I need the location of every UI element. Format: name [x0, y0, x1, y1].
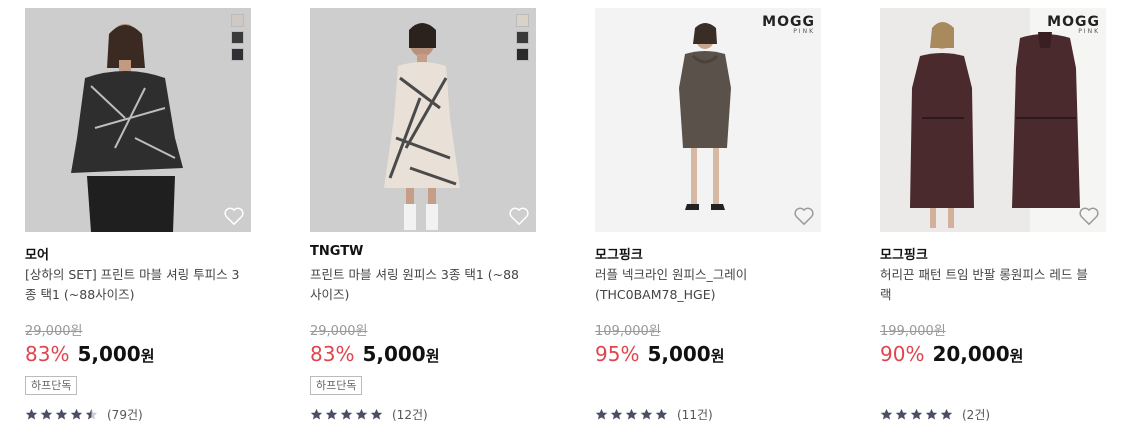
brand-name[interactable]: 모그핑크: [880, 244, 928, 263]
star-rating: [595, 408, 668, 421]
product-name[interactable]: 허리끈 패턴 트임 반팔 롱원피스 레드 블랙: [880, 265, 1095, 305]
discount-rate: 95%: [595, 342, 640, 366]
star-icon: [925, 408, 938, 420]
star-icon: [55, 408, 68, 420]
price-row: 95% 5,000원: [595, 342, 725, 366]
star-icon: [25, 408, 38, 420]
star-icon: [895, 408, 908, 420]
product-name[interactable]: 러플 넥크라인 원피스_그레이 (THC0BAM78_HGE): [595, 265, 810, 305]
original-price: 199,000원: [880, 324, 946, 339]
price-row: 83% 5,000원: [310, 342, 440, 366]
star-icon: [940, 408, 953, 420]
product-name[interactable]: 프린트 마블 셔링 원피스 3종 택1 (~88사이즈): [310, 265, 525, 305]
star-icon: [655, 408, 668, 420]
brand-logo: MOGG PINK: [762, 14, 815, 35]
color-swatch[interactable]: [231, 14, 244, 27]
color-swatches: [231, 14, 245, 65]
brand-logo: MOGG PINK: [1047, 14, 1100, 35]
review-count[interactable]: (79건): [107, 406, 143, 423]
color-swatch[interactable]: [516, 14, 529, 27]
star-icon: [595, 408, 608, 420]
rating: (2건): [880, 406, 990, 423]
star-icon: [610, 408, 623, 420]
discount-rate: 83%: [25, 342, 70, 366]
star-rating: [25, 408, 98, 421]
color-swatch[interactable]: [231, 48, 244, 61]
sale-price: 20,000: [932, 342, 1010, 366]
star-icon: [880, 408, 893, 420]
discount-rate: 90%: [880, 342, 925, 366]
heart-icon[interactable]: [1078, 206, 1100, 226]
price-row: 90% 20,000원: [880, 342, 1023, 366]
star-icon: [355, 408, 368, 420]
product-image[interactable]: MOGG PINK: [880, 8, 1106, 232]
product-card[interactable]: MOGG PINK 모그핑크 허리끈 패턴 트임 반팔 롱원피스 레드 블랙 1…: [880, 0, 1106, 445]
review-count[interactable]: (11건): [677, 406, 713, 423]
product-name[interactable]: [상하의 SET] 프린트 마블 셔링 투피스 3종 택1 (~88사이즈): [25, 265, 240, 305]
brand-name[interactable]: 모어: [25, 244, 49, 263]
currency-unit: 원: [710, 347, 725, 365]
product-image[interactable]: [25, 8, 251, 232]
currency-unit: 원: [140, 347, 155, 365]
rating: (79건): [25, 406, 143, 423]
brand-name[interactable]: 모그핑크: [595, 244, 643, 263]
exclusive-badge: 하프단독: [310, 376, 363, 395]
product-card[interactable]: TNGTW 프린트 마블 셔링 원피스 3종 택1 (~88사이즈) 29,00…: [310, 0, 536, 445]
color-swatch[interactable]: [516, 48, 529, 61]
half-star-icon: [85, 408, 98, 420]
heart-icon[interactable]: [223, 206, 245, 226]
star-icon: [325, 408, 338, 420]
star-icon: [370, 408, 383, 420]
sale-price: 5,000: [362, 342, 426, 366]
original-price: 29,000원: [310, 324, 368, 339]
color-swatch[interactable]: [516, 31, 529, 44]
star-icon: [340, 408, 353, 420]
product-card[interactable]: MOGG PINK 모그핑크 러플 넥크라인 원피스_그레이 (THC0BAM7…: [595, 0, 821, 445]
heart-icon[interactable]: [508, 206, 530, 226]
product-image[interactable]: [310, 8, 536, 232]
rating: (12건): [310, 406, 428, 423]
star-icon: [70, 408, 83, 420]
star-icon: [640, 408, 653, 420]
review-count[interactable]: (12건): [392, 406, 428, 423]
discount-rate: 83%: [310, 342, 355, 366]
currency-unit: 원: [425, 347, 440, 365]
star-icon: [310, 408, 323, 420]
currency-unit: 원: [1009, 347, 1024, 365]
exclusive-badge: 하프단독: [25, 376, 78, 395]
star-icon: [625, 408, 638, 420]
price-row: 83% 5,000원: [25, 342, 155, 366]
star-rating: [880, 408, 953, 421]
review-count[interactable]: (2건): [962, 406, 990, 423]
star-icon: [40, 408, 53, 420]
star-icon: [910, 408, 923, 420]
star-rating: [310, 408, 383, 421]
original-price: 109,000원: [595, 324, 661, 339]
product-image[interactable]: MOGG PINK: [595, 8, 821, 232]
sale-price: 5,000: [647, 342, 711, 366]
heart-icon[interactable]: [793, 206, 815, 226]
color-swatch[interactable]: [231, 31, 244, 44]
product-card[interactable]: 모어 [상하의 SET] 프린트 마블 셔링 투피스 3종 택1 (~88사이즈…: [25, 0, 251, 445]
color-swatches: [516, 14, 530, 65]
brand-name[interactable]: TNGTW: [310, 244, 363, 259]
sale-price: 5,000: [77, 342, 141, 366]
rating: (11건): [595, 406, 713, 423]
original-price: 29,000원: [25, 324, 83, 339]
